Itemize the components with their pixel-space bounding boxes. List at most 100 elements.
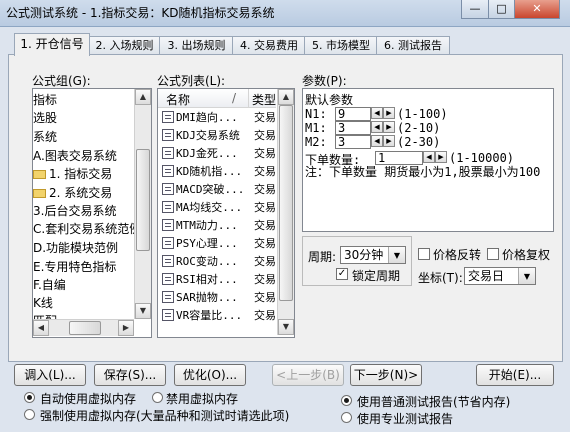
tree-item[interactable]: 3.后台交易系统 <box>33 202 116 219</box>
tree-item[interactable]: 选股 <box>33 109 57 126</box>
period-select[interactable]: 30分钟 ▼ <box>340 246 406 264</box>
formula-icon <box>162 219 174 231</box>
formula-name: PSY心理... <box>176 237 238 250</box>
tree-item[interactable]: F.自编 <box>33 276 66 293</box>
vertical-scrollbar[interactable]: ▲ ▼ <box>277 89 294 335</box>
coord-select[interactable]: 交易日 ▼ <box>464 267 536 285</box>
tree-item[interactable]: 系统 <box>33 128 57 145</box>
spin-right-icon[interactable]: ▶ <box>383 135 395 147</box>
close-button[interactable]: ✕ <box>514 0 560 19</box>
param-name: M2: <box>305 135 327 149</box>
param-m1-input[interactable]: 3 <box>335 121 371 135</box>
formula-name: KDJ金死... <box>176 147 238 160</box>
formula-type: 交易 <box>254 201 276 214</box>
scroll-down-icon[interactable]: ▼ <box>135 303 151 319</box>
price-restore-checkbox[interactable] <box>487 248 499 260</box>
scroll-thumb[interactable] <box>136 149 150 251</box>
period-label: 周期: <box>308 250 337 264</box>
tab-open-signal[interactable]: 1. 开仓信号 <box>14 33 90 56</box>
order-quantity-input[interactable]: 1 <box>375 151 423 165</box>
tree-item[interactable]: E.专用特色指标 <box>33 258 116 275</box>
formula-type: 交易 <box>254 219 276 232</box>
price-reverse-checkbox[interactable] <box>418 248 430 260</box>
lock-period-checkbox[interactable]: ✓ <box>336 268 348 280</box>
chevron-down-icon[interactable]: ▼ <box>518 268 535 284</box>
memory-force-radio[interactable] <box>24 409 35 420</box>
formula-type: 交易 <box>254 183 276 196</box>
tab-test-report[interactable]: 6. 测试报告 <box>376 36 450 55</box>
formula-type: 交易 <box>254 129 276 142</box>
param-m2-input[interactable]: 3 <box>335 135 371 149</box>
formula-name: SAR抛物... <box>176 291 238 304</box>
list-item[interactable]: ROC变动... 交易 <box>158 253 276 269</box>
formula-icon <box>162 255 174 267</box>
scroll-down-icon[interactable]: ▼ <box>278 319 294 335</box>
scroll-thumb[interactable] <box>69 321 101 335</box>
formula-icon <box>162 165 174 177</box>
chevron-down-icon[interactable]: ▼ <box>388 247 405 263</box>
start-button[interactable]: 开始(E)... <box>476 364 554 386</box>
list-item[interactable]: MTM动力... 交易 <box>158 217 276 233</box>
formula-name: DMI趋向... <box>176 111 238 124</box>
params-panel: 默认参数 N1: 9 ◀ ▶ (1-100) M1: 3 ◀ ▶ (2-10) … <box>302 88 554 232</box>
spin-left-icon[interactable]: ◀ <box>423 151 435 163</box>
list-item[interactable]: DMI趋向... 交易 <box>158 109 276 125</box>
scroll-up-icon[interactable]: ▲ <box>135 89 151 105</box>
column-header-type[interactable]: 类型 <box>252 91 276 108</box>
maximize-button[interactable]: □ <box>488 0 515 19</box>
memory-disable-label: 禁用虚拟内存 <box>166 392 239 406</box>
spin-left-icon[interactable]: ◀ <box>371 135 383 147</box>
optimize-button[interactable]: 优化(O)... <box>174 364 246 386</box>
memory-force-label: 强制使用虚拟内存(大量品种和测试时请选此项) <box>40 409 290 423</box>
tree-item[interactable]: C.套利交易系统范例 <box>33 220 141 237</box>
spin-right-icon[interactable]: ▶ <box>435 151 447 163</box>
vertical-scrollbar[interactable]: ▲ ▼ <box>134 89 151 319</box>
spin-right-icon[interactable]: ▶ <box>383 107 395 119</box>
tab-trade-fees[interactable]: 4. 交易费用 <box>232 36 306 55</box>
tree-item[interactable]: D.功能模块范例 <box>33 239 118 256</box>
report-pro-radio[interactable] <box>341 412 352 423</box>
tab-market-model[interactable]: 5. 市场模型 <box>304 36 378 55</box>
tree-item[interactable]: 2. 系统交易 <box>33 184 112 201</box>
tree-item[interactable]: K线 <box>33 294 53 311</box>
tab-entry-rules[interactable]: 2. 入场规则 <box>88 36 161 55</box>
list-item[interactable]: KD随机指... 交易 <box>158 163 276 179</box>
next-step-button[interactable]: 下一步(N)> <box>350 364 422 386</box>
list-item[interactable]: VR容量比... 交易 <box>158 307 276 323</box>
folder-icon <box>33 170 46 179</box>
list-item[interactable]: MA均线交... 交易 <box>158 199 276 215</box>
prev-step-button[interactable]: <上一步(B) <box>272 364 344 386</box>
scroll-left-icon[interactable]: ◀ <box>33 320 49 336</box>
report-normal-radio[interactable] <box>341 395 352 406</box>
formula-group-tree[interactable]: 指标 选股 系统 A.图表交易系统 1. 指标交易 2. 系统交易 3.后台交易… <box>32 88 152 338</box>
tree-item[interactable]: A.图表交易系统 <box>33 147 117 164</box>
save-button[interactable]: 保存(S)... <box>94 364 166 386</box>
horizontal-scrollbar[interactable]: ◀ ▶ <box>33 319 134 336</box>
minimize-button[interactable]: — <box>461 0 489 19</box>
formula-name: KDJ交易系统 <box>176 129 240 142</box>
list-item[interactable]: PSY心理... 交易 <box>158 235 276 251</box>
spin-left-icon[interactable]: ◀ <box>371 107 383 119</box>
scroll-up-icon[interactable]: ▲ <box>278 89 294 105</box>
memory-disable-radio[interactable] <box>152 392 163 403</box>
scroll-thumb[interactable] <box>279 105 293 301</box>
formula-list[interactable]: 名称 / 类型 DMI趋向... 交易 KDJ交易系统 交易 KDJ金死... 交易 KD随… <box>157 88 295 338</box>
column-header-name[interactable]: 名称 <box>166 91 190 108</box>
list-item[interactable]: KDJ金死... 交易 <box>158 145 276 161</box>
spin-right-icon[interactable]: ▶ <box>383 121 395 133</box>
tab-exit-rules[interactable]: 3. 出场规则 <box>159 36 234 55</box>
list-item[interactable]: KDJ交易系统 交易 <box>158 127 276 143</box>
list-item[interactable]: MACD突破... 交易 <box>158 181 276 197</box>
scroll-right-icon[interactable]: ▶ <box>118 320 134 336</box>
list-item[interactable]: RSI相对... 交易 <box>158 271 276 287</box>
memory-auto-radio[interactable] <box>24 392 35 403</box>
import-button[interactable]: 调入(L)... <box>14 364 86 386</box>
list-item[interactable]: SAR抛物... 交易 <box>158 289 276 305</box>
tree-item-selected[interactable]: 1. 指标交易 <box>33 165 112 182</box>
tree-item[interactable]: 指标 <box>33 91 57 108</box>
formula-icon <box>162 201 174 213</box>
formula-icon <box>162 111 174 123</box>
spin-left-icon[interactable]: ◀ <box>371 121 383 133</box>
param-n1-input[interactable]: 9 <box>335 107 371 121</box>
param-range: (2-10) <box>397 121 441 135</box>
